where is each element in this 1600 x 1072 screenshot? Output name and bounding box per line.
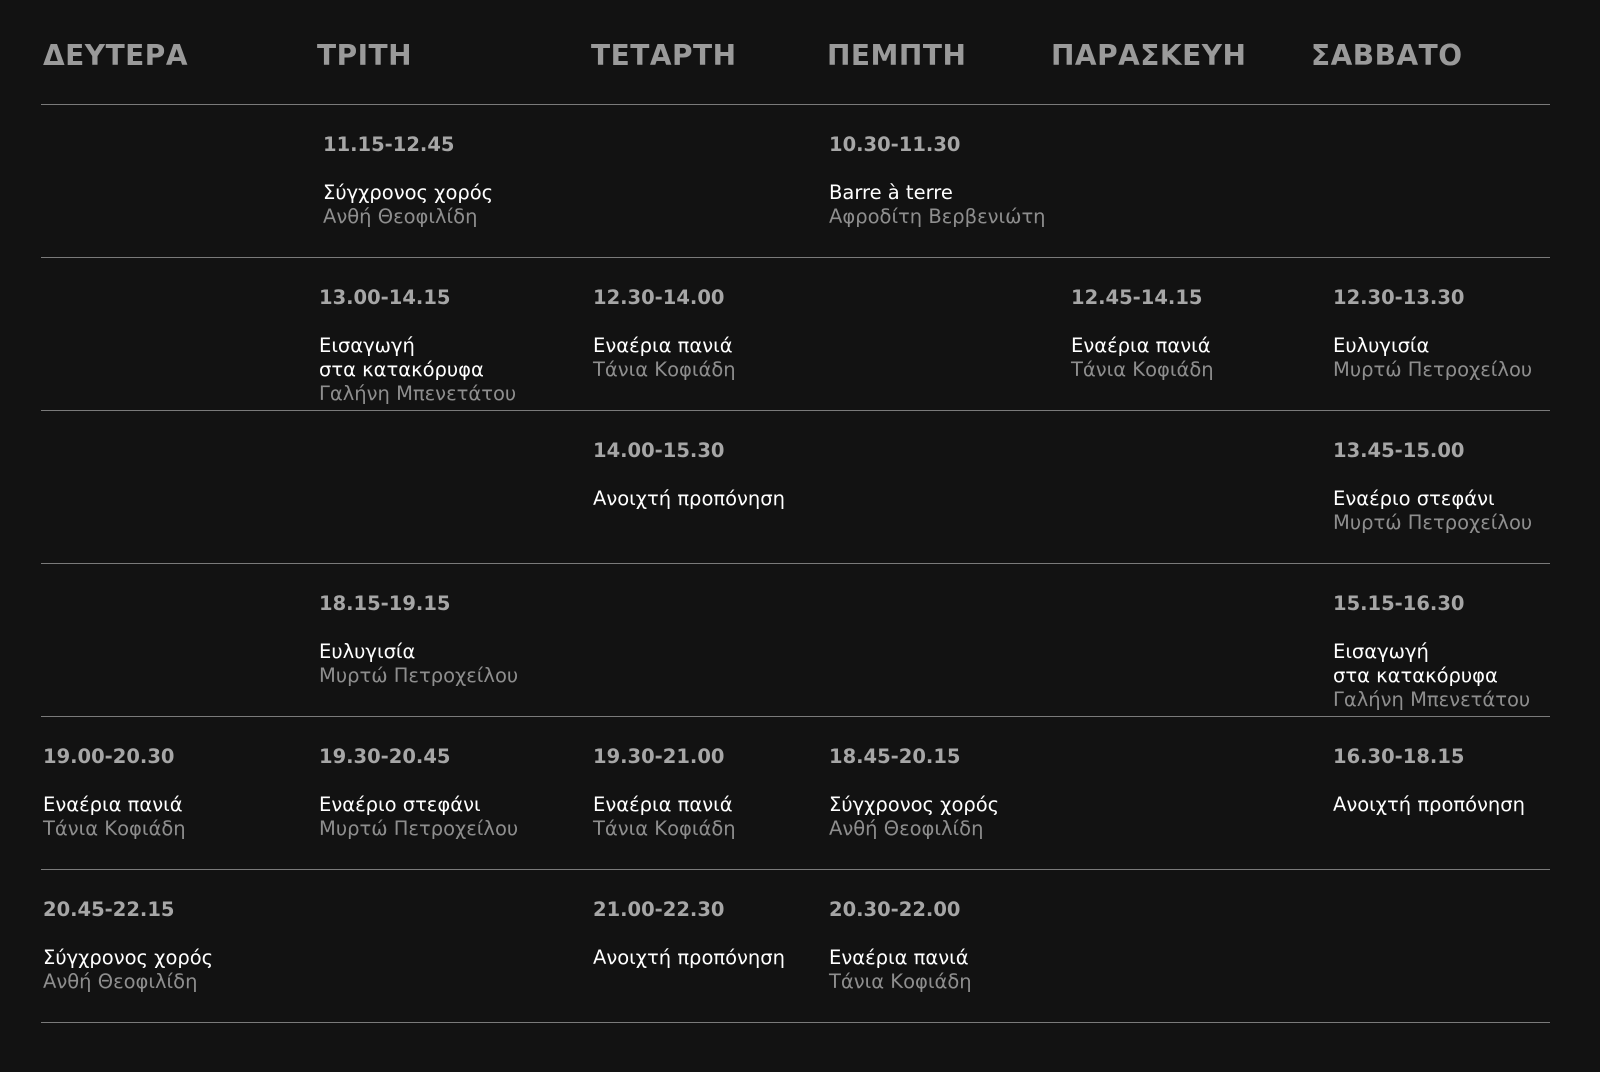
class-slot-tuesday: 19.30-20.45 Εναέριο στεφάνι Μυρτώ Πετροχεί… [319, 745, 569, 841]
class-slot-tuesday: 11.15-12.45 Σύγχρονος χορός Ανθή Θεοφιλίδη [323, 133, 573, 229]
class-name: Barre à terre [829, 181, 953, 204]
class-name: Εναέρια πανιά [593, 793, 733, 816]
class-slot-tuesday: 13.00-14.15 Εισαγωγή στα κατακόρυφα Γαλήνη… [319, 286, 569, 406]
class-time: 19.30-21.00 [593, 745, 725, 768]
class-name: Σύγχρονος χορός [43, 946, 214, 969]
class-time: 18.15-19.15 [319, 592, 451, 615]
day-header-friday: ΠΑΡΑΣΚΕΥΗ [1051, 39, 1247, 72]
day-header-monday: ΔΕΥΤΕΡΑ [43, 39, 188, 72]
class-time: 20.45-22.15 [43, 898, 175, 921]
class-slot-wednesday: 12.30-14.00 Εναέρια πανιά Τάνια Κοφιάδη [593, 286, 843, 382]
class-slot-saturday: 12.30-13.30 Ευλυγισία Μυρτώ Πετροχείλου [1333, 286, 1583, 382]
class-name: Εναέρια πανιά [1071, 334, 1211, 357]
class-teacher: Μυρτώ Πετροχείλου [1333, 511, 1533, 534]
schedule-row: 19.00-20.30 Εναέρια πανιά Τάνια Κοφιάδη 19.… [41, 717, 1550, 870]
schedule-row: 18.15-19.15 Ευλυγισία Μυρτώ Πετροχείλου 15.… [41, 564, 1550, 717]
class-time: 20.30-22.00 [829, 898, 961, 921]
class-name: Εναέρια πανιά [593, 334, 733, 357]
class-teacher: Ανθή Θεοφιλίδη [323, 205, 478, 228]
class-teacher: Τάνια Κοφιάδη [829, 970, 972, 993]
class-teacher: Τάνια Κοφιάδη [1071, 358, 1214, 381]
class-teacher: Γαλήνη Μπενετάτου [319, 382, 517, 405]
class-teacher: Τάνια Κοφιάδη [593, 817, 736, 840]
class-name: Ανοιχτή προπόνηση [593, 946, 786, 969]
class-slot-monday: 20.45-22.15 Σύγχρονος χορός Ανθή Θεοφιλίδη [43, 898, 293, 994]
class-teacher: Αφροδίτη Βερβενιώτη [829, 205, 1046, 228]
class-time: 15.15-16.30 [1333, 592, 1465, 615]
class-slot-tuesday: 18.15-19.15 Ευλυγισία Μυρτώ Πετροχείλου [319, 592, 569, 688]
class-time: 16.30-18.15 [1333, 745, 1465, 768]
class-time: 18.45-20.15 [829, 745, 961, 768]
class-teacher: Γαλήνη Μπενετάτου [1333, 688, 1531, 711]
class-time: 12.30-13.30 [1333, 286, 1465, 309]
class-name: Ευλυγισία [1333, 334, 1430, 357]
class-slot-wednesday: 21.00-22.30 Ανοιχτή προπόνηση [593, 898, 843, 970]
schedule-body: 11.15-12.45 Σύγχρονος χορός Ανθή Θεοφιλίδη… [41, 105, 1550, 1023]
class-slot-saturday: 15.15-16.30 Εισαγωγή στα κατακόρυφα Γαλήνη… [1333, 592, 1583, 712]
class-time: 13.45-15.00 [1333, 439, 1465, 462]
class-teacher: Μυρτώ Πετροχείλου [319, 664, 519, 687]
class-teacher: Τάνια Κοφιάδη [43, 817, 186, 840]
class-slot-saturday: 13.45-15.00 Εναέριο στεφάνι Μυρτώ Πετροχεί… [1333, 439, 1583, 535]
class-teacher: Μυρτώ Πετροχείλου [319, 817, 519, 840]
day-header-saturday: ΣΑΒΒΑΤΟ [1311, 39, 1463, 72]
class-time: 19.30-20.45 [319, 745, 451, 768]
schedule-row: 13.00-14.15 Εισαγωγή στα κατακόρυφα Γαλήνη… [41, 258, 1550, 411]
class-name: Σύγχρονος χορός [323, 181, 494, 204]
class-slot-wednesday: 14.00-15.30 Ανοιχτή προπόνηση [593, 439, 843, 511]
schedule-row: 14.00-15.30 Ανοιχτή προπόνηση 13.45-15.00 Ε… [41, 411, 1550, 564]
day-header-thursday: ΠΕΜΠΤΗ [827, 39, 967, 72]
class-name: Σύγχρονος χορός [829, 793, 1000, 816]
class-time: 14.00-15.30 [593, 439, 725, 462]
class-time: 19.00-20.30 [43, 745, 175, 768]
class-name: Εισαγωγή στα κατακόρυφα [319, 334, 484, 381]
class-time: 21.00-22.30 [593, 898, 725, 921]
class-time: 13.00-14.15 [319, 286, 451, 309]
class-teacher: Μυρτώ Πετροχείλου [1333, 358, 1533, 381]
class-slot-thursday: 18.45-20.15 Σύγχρονος χορός Ανθή Θεοφιλίδη [829, 745, 1079, 841]
schedule-row: 20.45-22.15 Σύγχρονος χορός Ανθή Θεοφιλίδη… [41, 870, 1550, 1023]
class-name: Εναέριο στεφάνι [1333, 487, 1495, 510]
class-slot-wednesday: 19.30-21.00 Εναέρια πανιά Τάνια Κοφιάδη [593, 745, 843, 841]
class-time: 11.15-12.45 [323, 133, 455, 156]
schedule-header-row: ΔΕΥΤΕΡΑ ΤΡΙΤΗ ΤΕΤΑΡΤΗ ΠΕΜΠΤΗ ΠΑΡΑΣΚΕΥΗ Σ… [41, 0, 1550, 105]
class-time: 10.30-11.30 [829, 133, 961, 156]
class-slot-thursday: 20.30-22.00 Εναέρια πανιά Τάνια Κοφιάδη [829, 898, 1079, 994]
class-teacher: Τάνια Κοφιάδη [593, 358, 736, 381]
class-time: 12.30-14.00 [593, 286, 725, 309]
weekly-schedule-table: ΔΕΥΤΕΡΑ ΤΡΙΤΗ ΤΕΤΑΡΤΗ ΠΕΜΠΤΗ ΠΑΡΑΣΚΕΥΗ Σ… [41, 0, 1550, 1023]
class-name: Εναέριο στεφάνι [319, 793, 481, 816]
schedule-row: 11.15-12.45 Σύγχρονος χορός Ανθή Θεοφιλίδη… [41, 105, 1550, 258]
class-slot-saturday: 16.30-18.15 Ανοιχτή προπόνηση [1333, 745, 1583, 817]
class-slot-monday: 19.00-20.30 Εναέρια πανιά Τάνια Κοφιάδη [43, 745, 293, 841]
day-header-tuesday: ΤΡΙΤΗ [317, 39, 413, 72]
day-header-wednesday: ΤΕΤΑΡΤΗ [591, 39, 737, 72]
class-time: 12.45-14.15 [1071, 286, 1203, 309]
class-name: Ανοιχτή προπόνηση [1333, 793, 1526, 816]
class-slot-thursday: 10.30-11.30 Barre à terre Αφροδίτη Βερβενι… [829, 133, 1079, 229]
class-teacher: Ανθή Θεοφιλίδη [43, 970, 198, 993]
class-name: Εναέρια πανιά [43, 793, 183, 816]
class-slot-friday: 12.45-14.15 Εναέρια πανιά Τάνια Κοφιάδη [1071, 286, 1321, 382]
class-name: Εναέρια πανιά [829, 946, 969, 969]
class-name: Εισαγωγή στα κατακόρυφα [1333, 640, 1498, 687]
class-name: Ευλυγισία [319, 640, 416, 663]
class-teacher: Ανθή Θεοφιλίδη [829, 817, 984, 840]
class-name: Ανοιχτή προπόνηση [593, 487, 786, 510]
